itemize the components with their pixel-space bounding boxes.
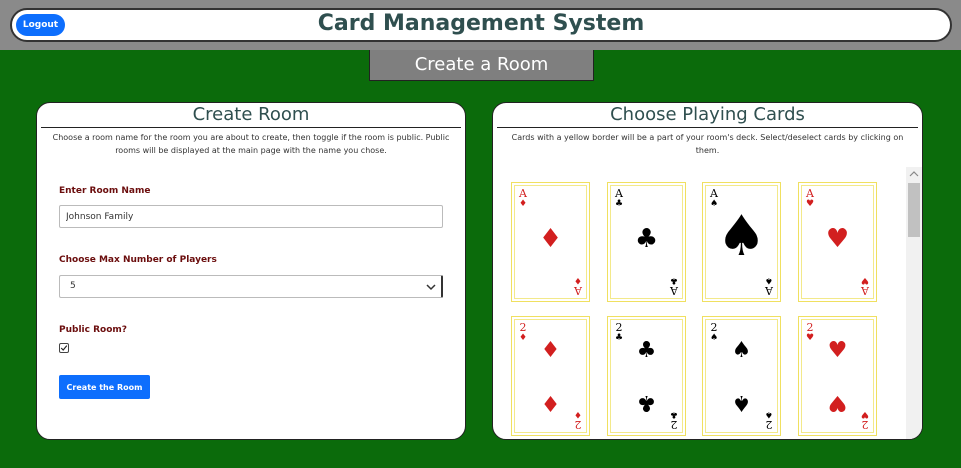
card-rank: A — [574, 284, 582, 297]
card-corner-index: A ♦ — [518, 188, 528, 209]
header-bar: Logout Card Management System — [10, 8, 952, 42]
hearts-icon: ♥ — [860, 275, 870, 285]
playing-card-a-clubs[interactable]: A ♣ A ♣ ♣ — [607, 182, 686, 302]
room-name-label: Enter Room Name — [59, 186, 151, 196]
cards-scrollbar[interactable] — [906, 167, 922, 439]
card-rank: A — [765, 284, 773, 297]
card-face: 2 ♥ 2 ♥ ♥ ♥ — [801, 319, 874, 433]
card-rank: A — [670, 284, 678, 297]
playing-card-a-diamonds[interactable]: A ♦ A ♦ ♦ — [511, 182, 590, 302]
playing-card-2-diamonds[interactable]: 2 ♦ 2 ♦ ♦ ♦ — [511, 316, 590, 436]
hearts-icon: ♥ — [827, 338, 848, 363]
page-tab-create-room: Create a Room — [369, 50, 594, 81]
playing-card-2-clubs[interactable]: 2 ♣ 2 ♣ ♣ ♣ — [607, 316, 686, 436]
playing-card-2-hearts[interactable]: 2 ♥ 2 ♥ ♥ ♥ — [798, 316, 877, 436]
max-players-label: Choose Max Number of Players — [59, 255, 217, 265]
choose-cards-title: Choose Playing Cards — [497, 103, 918, 128]
playing-card-a-hearts[interactable]: A ♥ A ♥ ♥ — [798, 182, 877, 302]
card-rank: 2 — [765, 418, 773, 431]
card-face: A ♣ A ♣ ♣ — [610, 185, 683, 299]
card-face: 2 ♣ 2 ♣ ♣ ♣ — [610, 319, 683, 433]
checkmark-icon — [60, 345, 68, 351]
card-corner-index: A ♥ — [805, 188, 815, 209]
choose-cards-description: Cards with a yellow border will be a par… — [511, 133, 904, 155]
card-corner-index: A ♣ — [614, 188, 624, 209]
card-corner-index: A ♥ — [860, 275, 870, 297]
scroll-up-arrow-icon[interactable] — [909, 171, 919, 177]
create-room-button[interactable]: Create the Room — [59, 375, 150, 399]
clubs-icon: ♣ — [614, 199, 624, 209]
create-room-title: Create Room — [41, 103, 461, 128]
hearts-icon: ♥ — [805, 199, 815, 209]
create-room-panel: Create Room Choose a room name for the r… — [36, 102, 466, 440]
diamonds-icon: ♦ — [573, 275, 583, 285]
card-rank: A — [861, 284, 869, 297]
card-face: 2 ♠ 2 ♠ ♠ ♠ — [705, 319, 778, 433]
clubs-icon: ♣ — [634, 224, 659, 254]
card-face: A ♥ A ♥ ♥ — [801, 185, 874, 299]
choose-cards-panel: Choose Playing Cards Cards with a yellow… — [492, 102, 923, 440]
clubs-icon: ♣ — [669, 275, 679, 285]
card-corner-index: A ♦ — [573, 275, 583, 297]
diamonds-icon: ♦ — [518, 199, 528, 209]
card-face: A ♦ A ♦ ♦ — [514, 185, 587, 299]
chevron-down-icon — [426, 284, 436, 291]
hearts-icon: ♥ — [825, 224, 850, 254]
scrollbar-thumb[interactable] — [908, 183, 920, 237]
public-room-checkbox[interactable] — [59, 343, 69, 353]
public-room-label: Public Room? — [59, 325, 127, 335]
spades-icon: ♠ — [764, 275, 774, 285]
playing-card-a-spades[interactable]: A ♠ A ♠ ♠ — [702, 182, 781, 302]
card-face: A ♠ A ♠ ♠ — [705, 185, 778, 299]
card-corner-index: A ♠ — [764, 275, 774, 297]
hearts-icon: ♥ — [827, 390, 848, 415]
max-players-value: 5 — [70, 281, 76, 291]
clubs-icon: ♣ — [636, 390, 657, 415]
clubs-icon: ♣ — [636, 338, 657, 363]
card-face: 2 ♦ 2 ♦ ♦ ♦ — [514, 319, 587, 433]
room-name-input[interactable] — [59, 205, 443, 228]
card-rank: 2 — [861, 418, 869, 431]
spades-icon: ♠ — [716, 204, 767, 269]
card-grid: A ♦ A ♦ ♦ A ♣ A ♣ ♣ A ♠ A ♠ ♠ A ♥ A ♥ ♥ 2 ♦ 2 ♦ ♦ ♦ 2 ♣ 2 ♣ ♣ ♣ 2 ♠ 2 ♠ ♠ ♠ 2 ♥… — [493, 167, 906, 439]
diamonds-icon: ♦ — [540, 390, 561, 415]
card-rank: 2 — [670, 418, 678, 431]
max-players-select[interactable]: 5 — [59, 275, 443, 298]
card-corner-index: A ♣ — [669, 275, 679, 297]
spades-icon: ♠ — [731, 390, 752, 415]
create-room-description: Choose a room name for the room you are … — [52, 133, 450, 155]
diamonds-icon: ♦ — [538, 224, 563, 254]
diamonds-icon: ♦ — [540, 338, 561, 363]
card-rank: 2 — [574, 418, 582, 431]
spades-icon: ♠ — [731, 338, 752, 363]
app-title: Card Management System — [317, 11, 645, 36]
playing-card-2-spades[interactable]: 2 ♠ 2 ♠ ♠ ♠ — [702, 316, 781, 436]
